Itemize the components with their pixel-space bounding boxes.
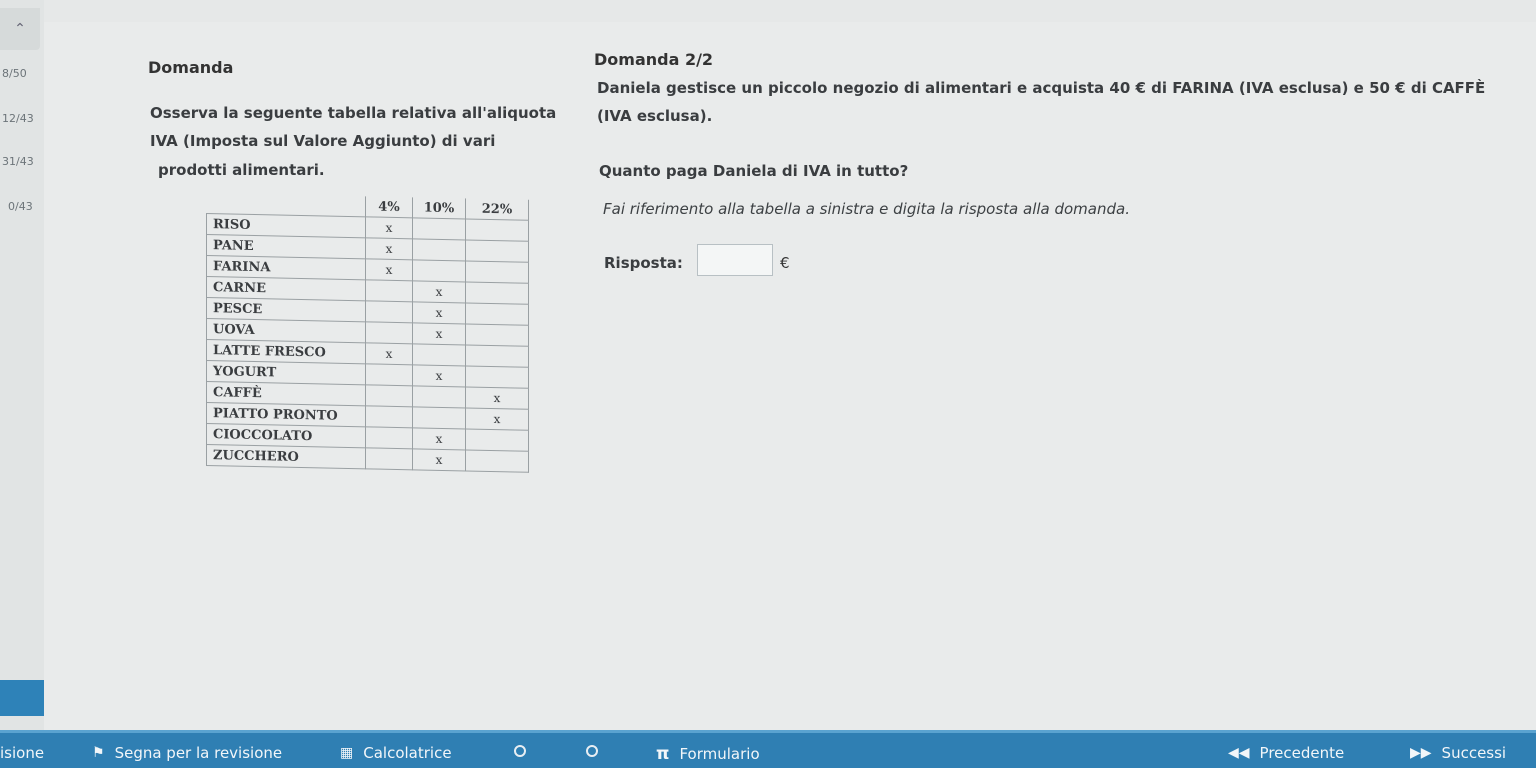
vat-mark [412,343,466,366]
double-right-icon: ▶▶ [1410,745,1432,761]
mark-review-button[interactable]: ⚑ Segna per la revisione [92,744,282,762]
calculator-label: Calcolatrice [363,744,452,762]
mark-review-label: Segna per la revisione [114,744,283,762]
previous-label: Precedente [1259,744,1345,762]
vat-mark: x [412,427,466,450]
vat-mark [412,406,466,429]
bottom-toolbar: isione ⚑ Segna per la revisione ▦ Calcol… [0,730,1536,768]
vat-mark [365,426,413,449]
vat-mark [365,384,413,407]
vat-mark [412,385,466,408]
collapse-button[interactable]: ⌃ [0,8,40,50]
next-button[interactable]: ▶▶ Successi [1410,744,1506,762]
vat-mark: x [365,237,413,260]
question-hint: Fai riferimento alla tabella a sinistra … [603,200,1130,218]
table-header-10: 10% [412,197,466,219]
calculator-button[interactable]: ▦ Calcolatrice [340,744,452,762]
flag-icon: ⚑ [92,745,105,761]
progress-item[interactable]: 8/50 [2,67,27,80]
zoom-out-icon[interactable] [514,745,526,757]
question-title: Domanda 2/2 [594,50,714,69]
progress-item[interactable]: 31/43 [2,155,34,168]
progress-item[interactable]: 0/43 [8,200,33,213]
progress-item[interactable]: 12/43 [2,112,34,125]
answer-input[interactable] [697,244,773,276]
vat-mark [465,260,529,284]
vat-mark [465,323,529,347]
chevron-up-icon: ⌃ [14,21,26,37]
double-left-icon: ◀◀ [1228,745,1250,761]
table-header-4: 4% [365,196,413,218]
vat-mark: x [412,364,466,387]
vat-mark [465,302,529,326]
left-question-header: Domanda [148,58,234,77]
table-header-22: 22% [465,198,529,221]
toolbar-top-border [0,730,1536,733]
vat-mark: x [365,216,413,239]
answer-label: Risposta: [604,254,683,272]
revision-tab[interactable]: isione [0,744,44,762]
revision-tab-label: isione [0,744,45,762]
product-name: ZUCCHERO [206,444,366,469]
progress-sidebar: ⌃ 8/50 12/43 31/43 0/43 [0,0,44,730]
formulary-button[interactable]: π Formulario [656,744,760,764]
vat-mark [465,281,529,305]
left-question-text-line3: prodotti alimentari. [158,161,325,179]
vat-mark [465,365,529,389]
previous-button[interactable]: ◀◀ Precedente [1228,744,1344,762]
pi-icon: π [656,744,670,764]
vat-mark: x [365,342,413,365]
vat-mark [365,300,413,323]
vat-mark: x [412,280,466,303]
vat-mark [365,363,413,386]
next-label: Successi [1441,744,1507,762]
vat-mark [465,449,529,473]
calculator-icon: ▦ [340,745,354,761]
vat-mark [365,321,413,344]
currency-symbol: € [780,254,790,272]
vat-table: 4% 10% 22% RISO x PANE x FARINA x CARNE x PESCE x… [206,193,529,473]
question-prompt: Quanto paga Daniela di IVA in tutto? [599,162,909,180]
vat-mark [365,405,413,428]
zoom-in-icon[interactable] [586,745,598,757]
question-text: Daniela gestisce un piccolo negozio di a… [597,79,1486,125]
left-question-text-line1: Osserva la seguente tabella relativa all… [150,104,557,122]
vat-mark [365,447,413,470]
vat-mark: x [365,258,413,281]
vat-mark [412,238,466,261]
vat-mark [365,279,413,302]
left-question-text-line2: IVA (Imposta sul Valore Aggiunto) di var… [150,132,496,150]
vat-mark [412,217,466,240]
vat-mark [465,428,529,452]
vat-mark: x [412,448,466,471]
vat-mark: x [412,301,466,324]
vat-mark [465,239,529,263]
formulary-label: Formulario [679,745,760,763]
vat-mark: x [412,322,466,345]
vat-mark: x [465,386,529,410]
vat-mark: x [465,407,529,431]
vat-mark [412,259,466,282]
vat-mark [465,218,529,242]
vat-mark [465,344,529,368]
